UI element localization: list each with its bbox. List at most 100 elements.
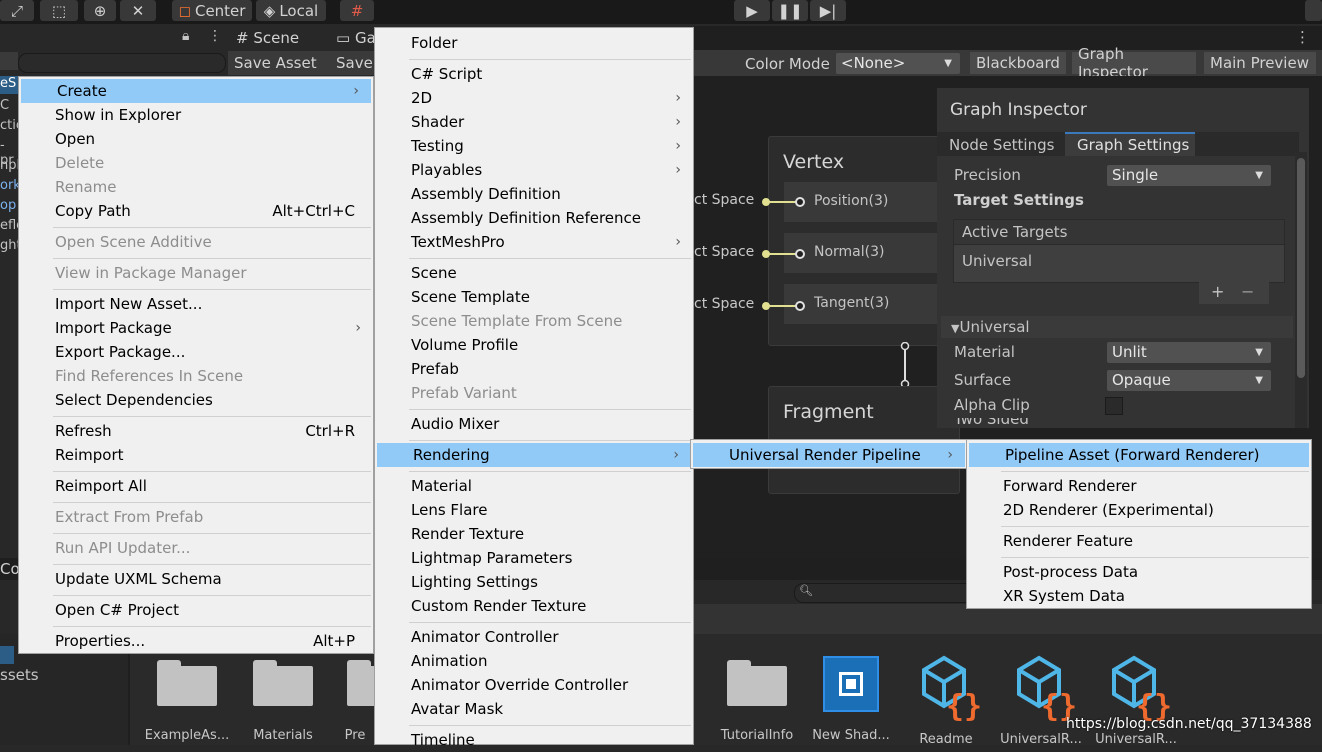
menu-item-forward-renderer[interactable]: Forward Renderer bbox=[967, 474, 1311, 498]
menu-item-material[interactable]: Material bbox=[375, 474, 693, 498]
inspector-scrollbar[interactable] bbox=[1295, 152, 1307, 428]
hierarchy-row[interactable]: npl bbox=[0, 158, 18, 173]
more-icon[interactable]: ⋮ bbox=[208, 28, 222, 44]
universal-section-header[interactable]: ▼Universal bbox=[941, 316, 1293, 338]
transform-tool-icon[interactable]: ⬚ bbox=[40, 0, 78, 21]
menu-item-folder[interactable]: Folder bbox=[375, 31, 693, 55]
tab-graph-settings[interactable]: Graph Settings bbox=[1065, 132, 1195, 156]
menu-item-select-dependencies[interactable]: Select Dependencies bbox=[19, 388, 373, 412]
save-asset-button[interactable]: Save Asset bbox=[234, 54, 317, 72]
menu-item-animation[interactable]: Animation bbox=[375, 649, 693, 673]
asset-tile[interactable]: ExampleAs... bbox=[144, 650, 230, 743]
surface-dropdown[interactable]: Opaque ▼ bbox=[1107, 370, 1271, 391]
menu-item-import-new-asset[interactable]: Import New Asset... bbox=[19, 292, 373, 316]
menu-item-lens-flare[interactable]: Lens Flare bbox=[375, 498, 693, 522]
menu-item-2d[interactable]: 2D › bbox=[375, 86, 693, 110]
pivot-center-button[interactable]: ◻ Center bbox=[172, 0, 252, 21]
menu-item-animator-override-controller[interactable]: Animator Override Controller bbox=[375, 673, 693, 697]
menu-item-delete[interactable]: Delete bbox=[19, 151, 373, 175]
hierarchy-search-input[interactable] bbox=[18, 53, 226, 73]
menu-item-xr-system-data[interactable]: XR System Data bbox=[967, 584, 1311, 608]
menu-item-show-in-explorer[interactable]: Show in Explorer bbox=[19, 103, 373, 127]
menu-item-export-package[interactable]: Export Package... bbox=[19, 340, 373, 364]
menu-item-render-texture[interactable]: Render Texture bbox=[375, 522, 693, 546]
tree-selected[interactable] bbox=[0, 646, 14, 664]
menu-item-import-package[interactable]: Import Package › bbox=[19, 316, 373, 340]
material-dropdown[interactable]: Unlit ▼ bbox=[1107, 342, 1271, 363]
asset-tile[interactable]: Pre bbox=[335, 650, 375, 743]
hierarchy-row-selected[interactable]: eS bbox=[0, 76, 18, 94]
asset-tile[interactable]: {} UniversalR... bbox=[998, 650, 1084, 747]
menu-item-update-uxml-schema[interactable]: Update UXML Schema bbox=[19, 567, 373, 591]
hierarchy-search[interactable] bbox=[0, 52, 18, 70]
menu-item-renderer-feature[interactable]: Renderer Feature bbox=[967, 529, 1311, 553]
hierarchy-row[interactable]: op bbox=[0, 198, 18, 213]
menu-item-lightmap-parameters[interactable]: Lightmap Parameters bbox=[375, 546, 693, 570]
cloud-icon[interactable] bbox=[1305, 0, 1322, 21]
menu-item-testing[interactable]: Testing › bbox=[375, 134, 693, 158]
menu-item-reimport-all[interactable]: Reimport All bbox=[19, 474, 373, 498]
hierarchy-row[interactable]: efle bbox=[0, 218, 18, 233]
add-icon[interactable]: + bbox=[1211, 282, 1224, 301]
rect-tool-icon[interactable]: ⤢ bbox=[0, 0, 34, 21]
menu-item-create[interactable]: Create › bbox=[21, 79, 371, 103]
menu-item-refresh[interactable]: Refresh Ctrl+R bbox=[19, 419, 373, 443]
tab-scene[interactable]: # Scene bbox=[236, 29, 299, 47]
precision-dropdown[interactable]: Single ▼ bbox=[1107, 165, 1271, 186]
hierarchy-row[interactable]: ctic bbox=[0, 118, 18, 133]
asset-tile[interactable]: New Shad... bbox=[808, 650, 894, 743]
menu-item-audio-mixer[interactable]: Audio Mixer bbox=[375, 412, 693, 436]
tab-game[interactable]: ▭ Ga bbox=[336, 29, 376, 47]
hierarchy-row[interactable]: ght bbox=[0, 238, 18, 253]
hierarchy-row[interactable]: ork bbox=[0, 178, 18, 193]
menu-item-open-scene-additive[interactable]: Open Scene Additive bbox=[19, 230, 373, 254]
tab-node-settings[interactable]: Node Settings bbox=[949, 136, 1054, 154]
menu-item-assembly-definition-reference[interactable]: Assembly Definition Reference bbox=[375, 206, 693, 230]
menu-item-custom-render-texture[interactable]: Custom Render Texture bbox=[375, 594, 693, 618]
tree-item-assets[interactable]: ssets bbox=[0, 666, 39, 684]
menu-item-universal-render-pipeline[interactable]: Universal Render Pipeline › bbox=[693, 443, 965, 467]
tab-console[interactable]: Co bbox=[0, 560, 20, 578]
asset-tile[interactable]: {} UniversalR... bbox=[1093, 650, 1179, 747]
menu-item-scene-template[interactable]: Scene Template bbox=[375, 285, 693, 309]
menu-item-scene[interactable]: Scene bbox=[375, 261, 693, 285]
asset-tile[interactable]: Materials bbox=[240, 650, 326, 743]
menu-item-prefab-variant[interactable]: Prefab Variant bbox=[375, 381, 693, 405]
menu-item-assembly-definition[interactable]: Assembly Definition bbox=[375, 182, 693, 206]
menu-item-2d-renderer-experimental[interactable]: 2D Renderer (Experimental) bbox=[967, 498, 1311, 522]
alpha-clip-checkbox[interactable] bbox=[1105, 397, 1123, 415]
pivot-local-button[interactable]: ◈ Local bbox=[256, 0, 326, 21]
menu-item-shader[interactable]: Shader › bbox=[375, 110, 693, 134]
menu-item-rename[interactable]: Rename bbox=[19, 175, 373, 199]
blackboard-button[interactable]: Blackboard bbox=[970, 52, 1066, 74]
hierarchy-row[interactable]: C bbox=[0, 98, 18, 113]
menu-item-rendering[interactable]: Rendering › bbox=[377, 443, 691, 467]
asset-tile[interactable]: {} Readme bbox=[903, 650, 989, 747]
save-as-button[interactable]: Save bbox=[336, 54, 373, 72]
menu-item-avatar-mask[interactable]: Avatar Mask bbox=[375, 697, 693, 721]
menu-item-playables[interactable]: Playables › bbox=[375, 158, 693, 182]
menu-item-c-script[interactable]: C# Script bbox=[375, 62, 693, 86]
menu-item-find-references-in-scene[interactable]: Find References In Scene bbox=[19, 364, 373, 388]
menu-item-open-c-project[interactable]: Open C# Project bbox=[19, 598, 373, 622]
menu-item-volume-profile[interactable]: Volume Profile bbox=[375, 333, 693, 357]
menu-item-properties[interactable]: Properties... Alt+P bbox=[19, 629, 373, 653]
menu-item-lighting-settings[interactable]: Lighting Settings bbox=[375, 570, 693, 594]
menu-item-extract-from-prefab[interactable]: Extract From Prefab bbox=[19, 505, 373, 529]
menu-item-view-in-package-manager[interactable]: View in Package Manager bbox=[19, 261, 373, 285]
snap-icon[interactable]: # bbox=[340, 0, 374, 21]
color-mode-dropdown[interactable]: <None> ▼ bbox=[836, 53, 960, 74]
menu-item-prefab[interactable]: Prefab bbox=[375, 357, 693, 381]
step-button[interactable]: ▶| bbox=[810, 0, 846, 21]
target-item-universal[interactable]: Universal bbox=[962, 252, 1032, 270]
pause-button[interactable]: ❚❚ bbox=[772, 0, 808, 21]
asset-tile[interactable]: TutorialInfo bbox=[714, 650, 800, 743]
global-tool-icon[interactable]: ⊕ bbox=[84, 0, 116, 21]
graph-inspector-button[interactable]: Graph Inspector bbox=[1072, 45, 1196, 81]
remove-icon[interactable]: − bbox=[1241, 282, 1254, 301]
main-preview-button[interactable]: Main Preview bbox=[1204, 52, 1316, 74]
menu-item-textmeshpro[interactable]: TextMeshPro › bbox=[375, 230, 693, 254]
custom-tool-icon[interactable]: ✕ bbox=[120, 0, 156, 21]
menu-item-pipeline-asset-forward-renderer[interactable]: Pipeline Asset (Forward Renderer) bbox=[969, 443, 1309, 467]
lock-icon[interactable]: 🔒︎ bbox=[182, 28, 189, 44]
